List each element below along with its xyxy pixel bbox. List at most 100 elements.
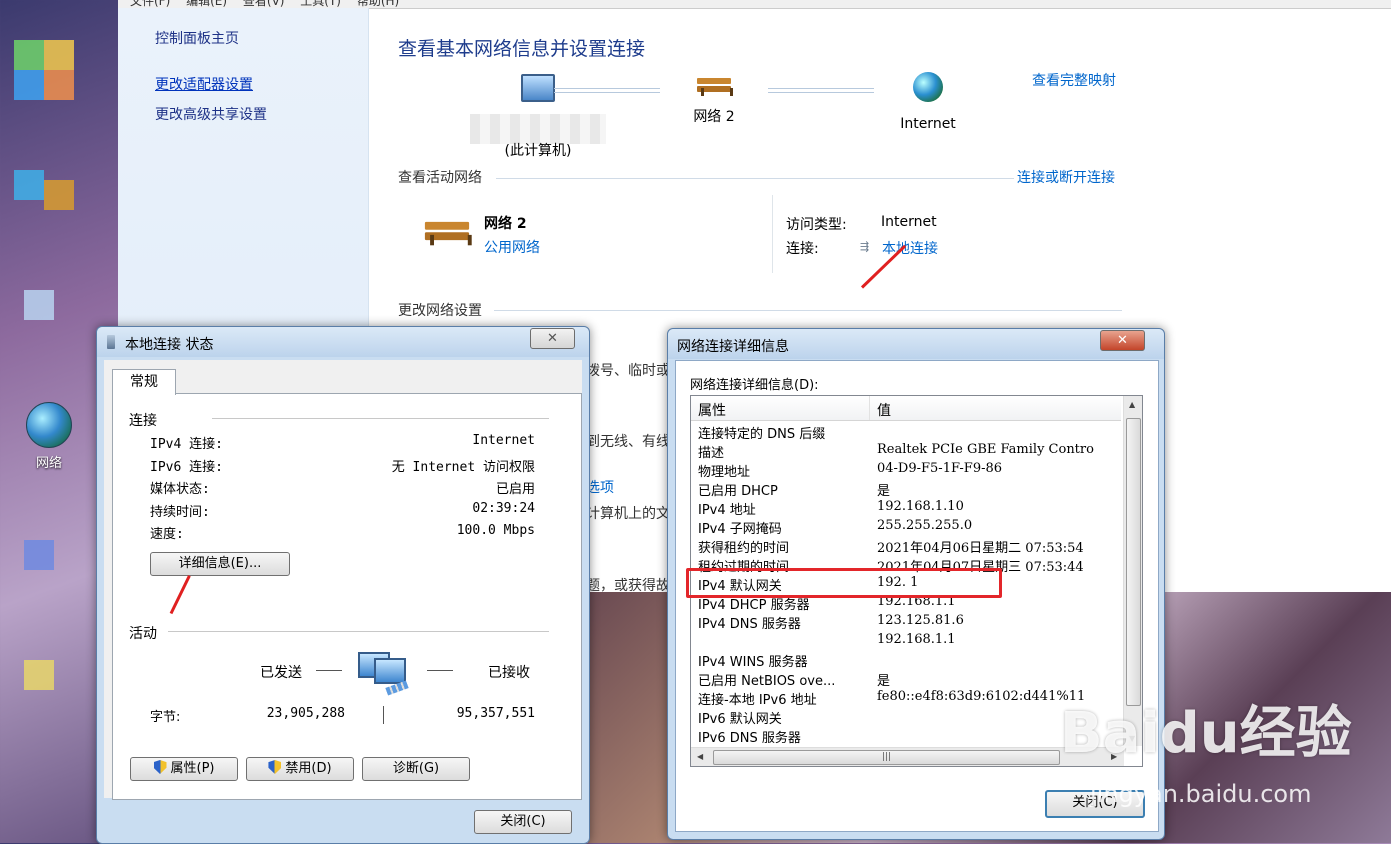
close-icon[interactable]: ✕ — [530, 328, 575, 349]
group-divider — [168, 631, 549, 632]
media-state-value: 已启用 — [495, 482, 535, 497]
uac-shield-icon — [153, 760, 167, 774]
close-icon[interactable]: ✕ — [1100, 330, 1145, 351]
connect-disconnect-link[interactable]: 连接或断开连接 — [1017, 167, 1115, 187]
connection-group-label: 连接 — [129, 413, 157, 429]
ipv4-connectivity-value: Internet — [472, 433, 535, 448]
desktop-network-label: 网络 — [35, 456, 62, 471]
disable-button-label: 禁用(D) — [285, 761, 332, 776]
bytes-received-value: 95,357,551 — [456, 706, 535, 721]
divider — [494, 310, 1122, 311]
ipv6-connectivity-value: 无 Internet 访问权限 — [391, 460, 535, 475]
table-row[interactable]: 已启用 NetBIOS ove... 是 — [691, 669, 1121, 689]
internet-node: Internet — [878, 72, 978, 132]
gateway-highlight-box — [686, 568, 1002, 598]
diagnose-button[interactable]: 诊断(G) — [362, 757, 470, 781]
scroll-left-icon[interactable]: ◀ — [697, 752, 703, 761]
ethernet-icon: ⇶ — [860, 240, 870, 253]
change-adapter-settings-link[interactable]: 更改适配器设置 — [155, 74, 253, 94]
access-type-value: Internet — [881, 214, 937, 230]
table-row[interactable]: 物理地址 04-D9-F5-1F-F9-86 — [691, 460, 1121, 480]
column-header-value[interactable]: 值 — [877, 400, 891, 420]
bench-icon — [697, 74, 733, 96]
local-connection-link[interactable]: 本地连接 — [882, 238, 938, 258]
details-dialog-title: 网络连接详细信息 — [677, 339, 789, 355]
sent-line — [316, 670, 342, 671]
sent-label: 已发送 — [260, 665, 302, 681]
table-row[interactable]: 描述 Realtek PCIe GBE Family Contro — [691, 441, 1121, 461]
vertical-divider — [772, 195, 773, 273]
blurred-desktop-icon — [14, 70, 44, 100]
control-panel-home-link[interactable]: 控制面板主页 — [155, 28, 239, 48]
activity-group-label: 活动 — [129, 626, 157, 642]
ipv6-connectivity-label: IPv6 连接: — [150, 460, 223, 475]
bytes-label: 字节: — [150, 710, 181, 725]
duration-label: 持续时间: — [150, 505, 210, 520]
details-button[interactable]: 详细信息(E)... — [150, 552, 290, 576]
tab-general[interactable]: 常规 — [112, 369, 176, 395]
table-row[interactable]: 连接-本地 IPv6 地址 fe80::e4f8:63d9:6102:d441%1… — [691, 688, 1121, 708]
page-title: 查看基本网络信息并设置连接 — [398, 38, 646, 60]
obscured-text: 拨号、临时或 — [586, 363, 670, 379]
received-line — [427, 670, 453, 671]
media-state-label: 媒体状态: — [150, 482, 210, 497]
table-row[interactable]: 连接特定的 DNS 后缀 — [691, 422, 1121, 442]
internet-node-label: Internet — [900, 116, 956, 132]
table-row[interactable]: IPv6 DNS 服务器 — [691, 726, 1121, 746]
scroll-up-icon[interactable]: ▲ — [1129, 400, 1135, 409]
desktop-network-icon[interactable]: 网络 — [14, 402, 84, 471]
received-label: 已接收 — [488, 665, 530, 681]
ipv4-connectivity-label: IPv4 连接: — [150, 437, 223, 452]
general-tab-panel — [112, 393, 582, 800]
menu-view[interactable]: 查看(V) — [243, 0, 285, 8]
table-row[interactable]: IPv4 子网掩码 255.255.255.0 — [691, 517, 1121, 537]
column-header-property[interactable]: 属性 — [698, 400, 726, 420]
status-dialog-titlebar: 本地连接 状态 ✕ — [97, 327, 589, 357]
connection-line — [554, 88, 660, 93]
properties-button[interactable]: 属性(P) — [130, 757, 238, 781]
network-activity-icon — [356, 650, 409, 696]
change-network-settings-heading: 更改网络设置 — [398, 303, 482, 319]
network-type-link[interactable]: 公用网络 — [484, 237, 540, 257]
baidu-url-watermark: jingyan.baidu.com — [1090, 780, 1312, 808]
view-full-map-link[interactable]: 查看完整映射 — [1032, 70, 1116, 90]
status-close-button[interactable]: 关闭(C) — [474, 810, 572, 834]
list-header: 属性 值 — [691, 396, 1121, 421]
table-row[interactable]: IPv4 地址 192.168.1.10 — [691, 498, 1121, 518]
table-row[interactable]: IPv6 默认网关 — [691, 707, 1121, 727]
internet-globe-icon — [913, 72, 943, 102]
properties-button-label: 属性(P) — [170, 761, 215, 776]
table-row[interactable]: 192.168.1.1 — [691, 631, 1121, 650]
blurred-desktop-icon — [44, 70, 74, 100]
blurred-desktop-icon — [24, 540, 54, 570]
network-adapter-icon — [107, 335, 115, 349]
change-advanced-sharing-link[interactable]: 更改高级共享设置 — [155, 104, 267, 124]
blurred-desktop-icon — [44, 40, 74, 70]
table-row[interactable]: 获得租约的时间 2021年04月06日星期二 07:53:54 — [691, 536, 1121, 556]
horizontal-scroll-thumb[interactable]: ||| — [713, 750, 1060, 765]
table-row[interactable]: IPv4 WINS 服务器 — [691, 650, 1121, 670]
table-row[interactable]: 已启用 DHCP 是 — [691, 479, 1121, 499]
menu-help[interactable]: 帮助(H) — [357, 0, 399, 8]
menu-edit[interactable]: 编辑(E) — [186, 0, 227, 8]
obscured-text: 计算机上的文 — [586, 506, 670, 522]
menu-file[interactable]: 文件(F) — [130, 0, 170, 8]
blurred-desktop-icon — [14, 170, 44, 200]
obscured-link[interactable]: 选项 — [586, 477, 614, 497]
uac-shield-icon — [268, 760, 282, 774]
menu-tools[interactable]: 工具(T) — [300, 0, 341, 8]
group-divider — [212, 418, 549, 419]
bytes-sent-value: 23,905,288 — [266, 706, 345, 721]
divider — [496, 178, 1014, 179]
details-subtitle: 网络连接详细信息(D): — [690, 378, 819, 393]
vertical-scroll-thumb[interactable] — [1126, 418, 1141, 706]
status-dialog-title: 本地连接 状态 — [125, 337, 214, 353]
computer-icon — [521, 74, 555, 102]
details-dialog-titlebar: 网络连接详细信息 ✕ — [668, 329, 1164, 359]
access-type-label: 访问类型: — [786, 217, 847, 233]
blurred-desktop-icon — [24, 290, 54, 320]
table-row[interactable]: IPv4 DNS 服务器 123.125.81.6 — [691, 612, 1121, 632]
bytes-divider — [383, 706, 384, 724]
network-node-label: 网络 2 — [693, 109, 735, 125]
disable-button[interactable]: 禁用(D) — [246, 757, 354, 781]
